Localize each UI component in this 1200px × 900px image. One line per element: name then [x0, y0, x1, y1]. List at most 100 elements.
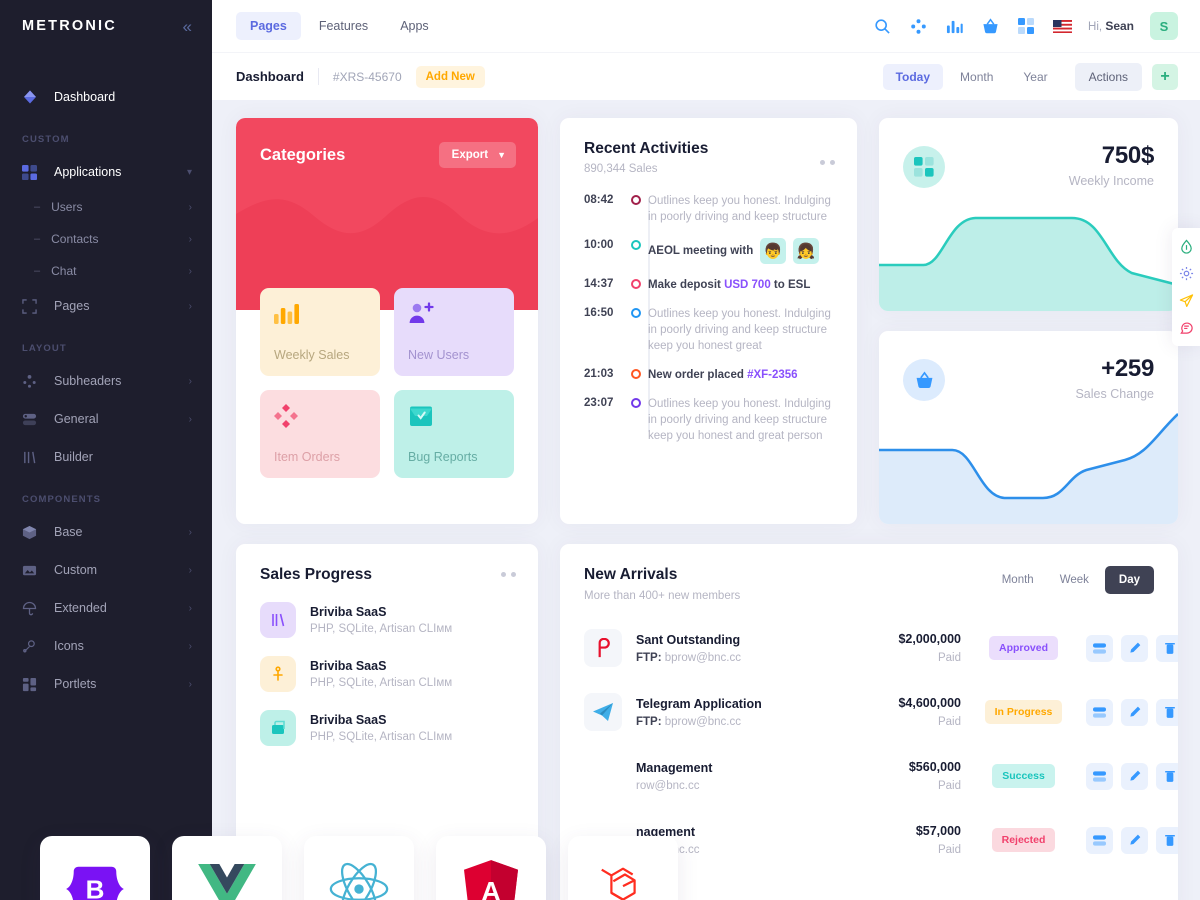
float-toolbar [1172, 228, 1200, 346]
tile-weekly-sales[interactable]: Weekly Sales [260, 288, 380, 376]
sidebar-item-builder[interactable]: Builder [0, 438, 212, 476]
sidebar-item-subheaders[interactable]: Subheaders › [0, 362, 212, 400]
plus-icon[interactable]: + [1152, 63, 1178, 90]
tab-apps[interactable]: Apps [386, 12, 443, 40]
layout-icon [22, 677, 44, 692]
gear-icon[interactable] [1172, 260, 1200, 287]
sidebar-item-label: Portlets [54, 677, 97, 691]
chevron-right-icon: › [188, 564, 192, 576]
chat-icon[interactable] [1172, 314, 1200, 341]
sidebar-item-dashboard[interactable]: Dashboard [0, 78, 212, 116]
table-row[interactable]: Sant Outstanding FTP: bprow@bnc.cc $2,00… [584, 616, 1178, 680]
sidebar-item-pages[interactable]: Pages › [0, 287, 212, 325]
more-dots-icon[interactable] [820, 160, 835, 165]
tile-item-orders[interactable]: Item Orders [260, 390, 380, 478]
droplet-icon[interactable] [1172, 233, 1200, 260]
avatar[interactable]: 👦 [760, 238, 787, 264]
activity-bullet [624, 238, 648, 264]
range-today[interactable]: Today [882, 63, 944, 90]
table-row[interactable]: Management row@bnc.cc $560,000 Paid Succ… [584, 744, 1178, 808]
list-item[interactable]: Briviba SaaS PHP, SQLite, Artisan CLIмм [260, 656, 516, 692]
chart-icon[interactable] [944, 16, 964, 36]
bars-icon [260, 602, 296, 638]
laravel-logo-card[interactable] [568, 836, 678, 900]
tab-day[interactable]: Day [1104, 566, 1154, 594]
tab-pages[interactable]: Pages [236, 12, 301, 40]
top-row: Categories Export ▼ Weekly Sales New Use… [236, 118, 1178, 524]
toggle-icon[interactable] [1086, 698, 1113, 726]
vue-logo-card[interactable] [172, 836, 282, 900]
delete-icon[interactable] [1156, 762, 1178, 790]
activity-bullet [624, 396, 648, 444]
more-dots-icon[interactable] [501, 572, 516, 577]
tile-label: Weekly Sales [274, 348, 350, 362]
tile-label: Item Orders [274, 450, 340, 464]
edit-icon[interactable] [1121, 826, 1148, 854]
react-logo [329, 861, 389, 900]
stat-value: +259 [1101, 355, 1154, 382]
activity-bullet [624, 193, 648, 225]
activity-bullet [624, 277, 648, 293]
share-icon[interactable] [908, 16, 928, 36]
tab-week[interactable]: Week [1050, 567, 1099, 593]
sidebar-item-contacts[interactable]: – Contacts › [0, 223, 212, 255]
list-item[interactable]: Briviba SaaS PHP, SQLite, Artisan CLIмм [260, 602, 516, 638]
sidebar-item-extended[interactable]: Extended › [0, 589, 212, 627]
search-icon[interactable] [872, 16, 892, 36]
sidebar-item-users[interactable]: – Users › [0, 191, 212, 223]
sidebar-item-custom[interactable]: Custom › [0, 551, 212, 589]
weekly-income-values: 750$ Weekly Income [1069, 142, 1155, 188]
activity-time: 21:03 [584, 368, 614, 380]
tile-bug-reports[interactable]: Bug Reports [394, 390, 514, 478]
flag-us-icon[interactable] [1052, 16, 1072, 36]
grid-icon[interactable] [1016, 16, 1036, 36]
frame-icon [22, 298, 44, 314]
angular-logo-card[interactable]: A [436, 836, 546, 900]
collapse-sidebar-icon[interactable]: « [183, 18, 192, 35]
top-bar-actions: Hi, Sean S [872, 12, 1178, 40]
sidebar-item-label: Base [54, 525, 83, 539]
add-new-button[interactable]: Add New [415, 65, 485, 88]
sidebar-item-portlets[interactable]: Portlets › [0, 665, 212, 703]
edit-icon[interactable] [1121, 762, 1148, 790]
user-plus-icon [408, 302, 500, 329]
tile-new-users[interactable]: New Users [394, 288, 514, 376]
sidebar-item-base[interactable]: Base › [0, 513, 212, 551]
toggle-icon[interactable] [1086, 634, 1113, 662]
sidebar-item-icons[interactable]: Icons › [0, 627, 212, 665]
vue-logo [198, 863, 256, 900]
delete-icon[interactable] [1156, 698, 1178, 726]
toggle-icon[interactable] [1086, 762, 1113, 790]
chevron-right-icon: › [188, 526, 192, 538]
status-badge-cell: Rejected [961, 828, 1086, 852]
amount-status: Paid [937, 652, 961, 664]
react-logo-card[interactable] [304, 836, 414, 900]
tab-month[interactable]: Month [992, 567, 1044, 593]
list-item[interactable]: Briviba SaaS PHP, SQLite, Artisan CLIмм [260, 710, 516, 746]
toggle-icon[interactable] [1086, 826, 1113, 854]
delete-icon[interactable] [1156, 634, 1178, 662]
export-button[interactable]: Export ▼ [438, 142, 516, 168]
activity-bullet [624, 306, 648, 354]
range-year[interactable]: Year [1010, 64, 1060, 90]
categories-tiles: Weekly Sales New Users Item Orders Bug R… [236, 288, 538, 478]
actions-button[interactable]: Actions [1074, 62, 1142, 91]
sidebar: METRONIC « Dashboard CUSTOM Applications… [0, 0, 212, 900]
send-icon[interactable] [1172, 287, 1200, 314]
sidebar-item-chat[interactable]: – Chat › [0, 255, 212, 287]
edit-icon[interactable] [1121, 698, 1148, 726]
avatar[interactable]: S [1150, 12, 1178, 40]
amount-value: $4,600,000 [898, 696, 961, 710]
tab-features[interactable]: Features [305, 12, 382, 40]
basket-icon[interactable] [980, 16, 1000, 36]
table-row[interactable]: Telegram Application FTP: bprow@bnc.cc $… [584, 680, 1178, 744]
avatar[interactable]: 👧 [793, 238, 820, 264]
delete-icon[interactable] [1156, 826, 1178, 854]
sidebar-item-applications[interactable]: Applications ▾ [0, 153, 212, 191]
edit-icon[interactable] [1121, 634, 1148, 662]
umbrella-icon [22, 601, 44, 616]
bootstrap-logo-card[interactable]: B [40, 836, 150, 900]
sales-change-chart [879, 406, 1178, 524]
range-month[interactable]: Month [947, 64, 1006, 90]
sidebar-item-general[interactable]: General › [0, 400, 212, 438]
